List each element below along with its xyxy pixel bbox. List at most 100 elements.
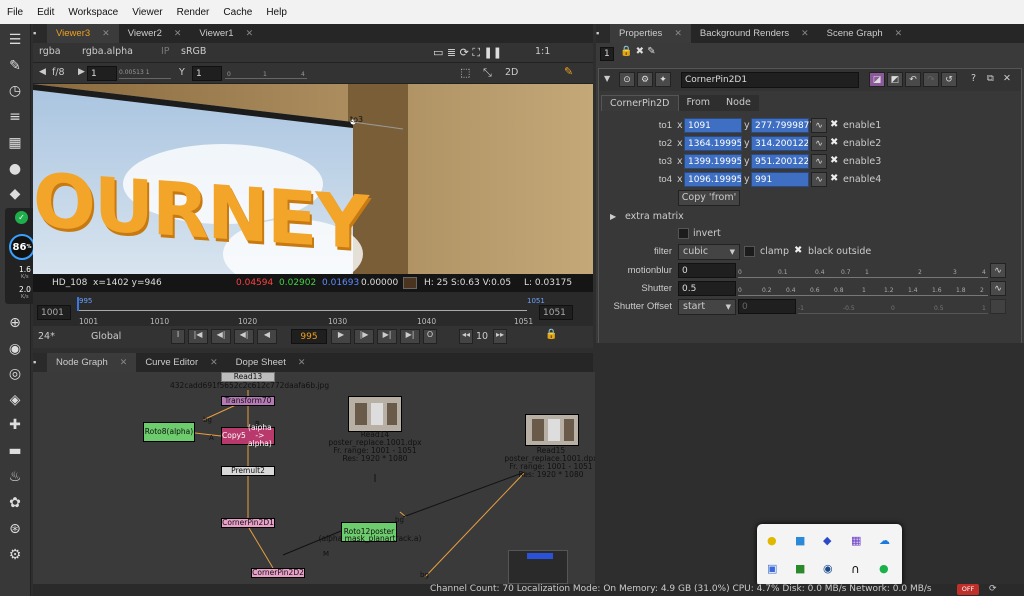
- chat-icon[interactable]: ●: [879, 562, 889, 575]
- tab-properties[interactable]: Properties ✕: [610, 24, 691, 43]
- graph-minimap[interactable]: [508, 550, 568, 584]
- close-icon[interactable]: ✕: [174, 28, 182, 39]
- step-forward-icon[interactable]: ▸▸: [493, 329, 507, 344]
- wave-icon[interactable]: ∩: [851, 562, 860, 576]
- draw-icon[interactable]: ✎: [5, 56, 25, 76]
- first-frame-icon[interactable]: |◀: [188, 329, 208, 344]
- keyer-icon[interactable]: ◆: [5, 184, 25, 204]
- close-icon[interactable]: ✕: [210, 357, 218, 368]
- node-copy5[interactable]: Copy5 (alpha -> alpha): [221, 424, 275, 448]
- curve-icon[interactable]: ∿: [811, 118, 827, 133]
- out-point-icon[interactable]: O: [423, 329, 437, 344]
- time-icon[interactable]: ◷: [5, 81, 25, 101]
- curve-icon[interactable]: ∿: [990, 263, 1006, 278]
- nvidia-icon[interactable]: ■: [795, 562, 805, 575]
- center-icon[interactable]: ⊙: [619, 72, 635, 87]
- close-icon[interactable]: ✕: [102, 28, 110, 39]
- image-tools-icon[interactable]: ☰: [5, 30, 25, 50]
- scale-dropdown[interactable]: 1:1: [535, 46, 550, 57]
- revert-icon[interactable]: ↺: [941, 72, 957, 87]
- tab-viewer3[interactable]: Viewer3 ✕: [47, 24, 119, 43]
- 3d-icon[interactable]: ⊕: [5, 313, 25, 333]
- node-graph[interactable]: Read13 432cadd691f5652c2c612c772daafa6b.…: [33, 372, 595, 584]
- current-frame[interactable]: 995: [291, 329, 327, 344]
- clamp-checkbox[interactable]: [744, 246, 755, 257]
- menu-render[interactable]: Render: [170, 7, 217, 18]
- close-icon[interactable]: ✕: [674, 28, 682, 39]
- timeline[interactable]: 1001 1051 995 1051 1001 1010 1020 1030 1…: [33, 292, 593, 326]
- menu-viewer[interactable]: Viewer: [125, 7, 169, 18]
- black-outside-check-icon[interactable]: ✖: [794, 245, 802, 256]
- tab-curve-editor[interactable]: Curve Editor ✕: [136, 353, 226, 372]
- teams-icon[interactable]: ■: [795, 534, 805, 547]
- network-icon[interactable]: ▣: [767, 562, 777, 575]
- tab-viewer2[interactable]: Viewer2 ✕: [119, 24, 191, 43]
- tile-color-icon[interactable]: ◩: [887, 72, 903, 87]
- enable1-check-icon[interactable]: ✖: [830, 119, 838, 130]
- curve-icon[interactable]: ∿: [811, 154, 827, 169]
- cornerpin-node-icon[interactable]: ✦: [655, 72, 671, 87]
- close-icon[interactable]: ✕: [120, 357, 128, 368]
- step-back-icon[interactable]: ◂◂: [459, 329, 473, 344]
- menu-edit[interactable]: Edit: [30, 7, 61, 18]
- motionblur-slider[interactable]: 0 0.1 0.4 0.7 1 2 3 4: [738, 264, 988, 278]
- to3-x-input[interactable]: 1399.199951: [684, 154, 742, 169]
- to2-x-input[interactable]: 1364.199951: [684, 136, 742, 151]
- curve-icon[interactable]: ∿: [811, 136, 827, 151]
- tab-viewer1[interactable]: Viewer1 ✕: [190, 24, 262, 43]
- ip-button[interactable]: IP: [161, 46, 170, 57]
- pane-menu-icon[interactable]: ▪: [33, 353, 47, 372]
- filter-dropdown[interactable]: cubic ▼: [678, 244, 740, 260]
- next-key-icon[interactable]: ▶|: [377, 329, 397, 344]
- node-name-field[interactable]: CornerPin2D1: [681, 72, 859, 88]
- subtab-from[interactable]: From: [678, 95, 719, 111]
- node-cornerpin1[interactable]: CornerPin2D1: [221, 518, 275, 528]
- node-read15-thumb[interactable]: [525, 414, 579, 446]
- curve-icon[interactable]: ∿: [990, 281, 1006, 296]
- invert-checkbox[interactable]: [678, 228, 689, 239]
- node-cornerpin2[interactable]: CornerPin2D2: [251, 568, 305, 578]
- lock-icon[interactable]: 🔒: [620, 46, 632, 57]
- shutter-offset-dropdown[interactable]: start ▼: [678, 299, 736, 315]
- refresh-icon[interactable]: ⟳: [460, 46, 469, 59]
- subtab-cornerpin2d[interactable]: CornerPin2D: [601, 95, 679, 111]
- clear-icon[interactable]: ✖: [636, 46, 644, 57]
- channels-dropdown[interactable]: rgba: [39, 46, 61, 57]
- tab-node-graph[interactable]: Node Graph ✕: [47, 353, 137, 372]
- views-icon[interactable]: ◎: [5, 364, 25, 384]
- shield-app-icon[interactable]: ◉: [823, 562, 833, 575]
- enable4-check-icon[interactable]: ✖: [830, 173, 838, 184]
- shutter-offset-slider[interactable]: -1 -0.5 0 0.5 1: [798, 300, 988, 314]
- prev-frame-icon[interactable]: ◀|: [234, 329, 254, 344]
- pen-icon[interactable]: ✎: [647, 46, 655, 57]
- proxy-icon[interactable]: ⛶: [472, 46, 480, 59]
- to2-y-input[interactable]: 314.2001221: [751, 136, 809, 151]
- close-icon[interactable]: ✕: [298, 357, 306, 368]
- gamma-slider[interactable]: 0 1 4: [225, 69, 307, 79]
- tab-dope-sheet[interactable]: Dope Sheet ✕: [227, 353, 315, 372]
- defender-icon[interactable]: ◆: [823, 534, 831, 547]
- tab-background-renders[interactable]: Background Renders ✕: [691, 24, 818, 43]
- lock-icon[interactable]: 🔒: [545, 329, 557, 340]
- curve-icon[interactable]: [990, 299, 1006, 314]
- refresh-status-icon[interactable]: ⟳: [989, 584, 997, 594]
- gamma-input[interactable]: 1: [192, 66, 222, 81]
- next-frame-icon[interactable]: |▶: [354, 329, 374, 344]
- fps-dropdown[interactable]: 24*: [38, 331, 55, 342]
- pane-menu-icon[interactable]: ▪: [33, 24, 47, 43]
- roi-icon[interactable]: ▭: [433, 46, 443, 59]
- close-panel-icon[interactable]: ✕: [1003, 73, 1011, 84]
- prev-key-icon[interactable]: ◀|: [211, 329, 231, 344]
- node-read14-thumb[interactable]: [348, 396, 402, 432]
- roi-box-icon[interactable]: ⬚: [460, 66, 470, 79]
- curve-icon[interactable]: ∿: [811, 172, 827, 187]
- play-icon[interactable]: ▶: [331, 329, 351, 344]
- cara-vr-icon[interactable]: ⊛: [5, 519, 25, 539]
- to4-y-input[interactable]: 991: [751, 172, 809, 187]
- panel-count[interactable]: 1: [600, 47, 614, 61]
- pause-icon[interactable]: ❚❚: [484, 46, 502, 59]
- enable3-check-icon[interactable]: ✖: [830, 155, 838, 166]
- gain-slider[interactable]: 0.00513 1: [119, 69, 171, 79]
- cloud-icon[interactable]: ☁: [879, 534, 890, 547]
- metadata-icon[interactable]: ◈: [5, 390, 25, 410]
